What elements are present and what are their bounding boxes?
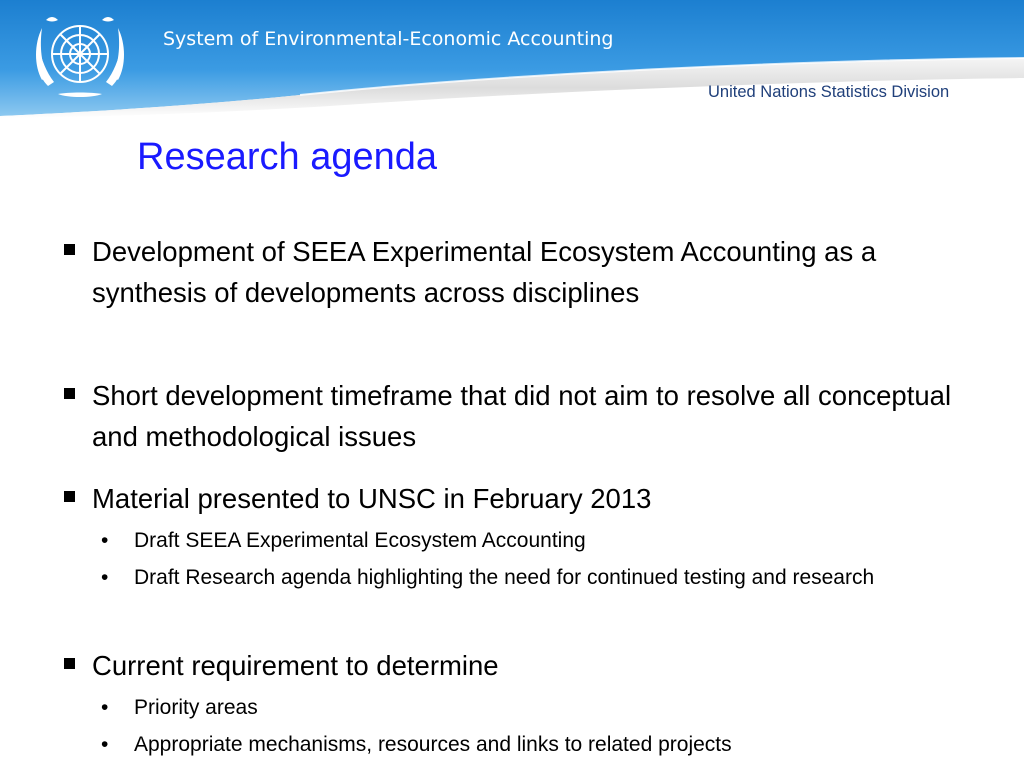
- dot-bullet-icon: •: [101, 566, 109, 589]
- sub-bullet-item: • Appropriate mechanisms, resources and …: [101, 730, 954, 759]
- sub-bullet-item: • Draft Research agenda highlighting the…: [101, 563, 954, 592]
- sub-bullet-text: Appropriate mechanisms, resources and li…: [134, 733, 732, 756]
- sub-bullet-text: Draft Research agenda highlighting the n…: [134, 566, 875, 589]
- square-bullet-icon: [64, 388, 75, 399]
- bullet-item: Current requirement to determine: [64, 645, 972, 686]
- dot-bullet-icon: •: [101, 696, 109, 719]
- square-bullet-icon: [64, 658, 75, 669]
- dot-bullet-icon: •: [101, 529, 109, 552]
- slide: System of Environmental-Economic Account…: [0, 0, 1024, 768]
- square-bullet-icon: [64, 244, 75, 255]
- sub-bullet-item: • Draft SEEA Experimental Ecosystem Acco…: [101, 526, 954, 555]
- bullet-text: Short development timeframe that did not…: [92, 380, 952, 452]
- bullet-item: Material presented to UNSC in February 2…: [64, 478, 972, 519]
- bullet-list: Development of SEEA Experimental Ecosyst…: [0, 0, 1024, 768]
- bullet-item: Development of SEEA Experimental Ecosyst…: [64, 231, 972, 313]
- sub-bullet-text: Priority areas: [134, 696, 258, 719]
- sub-bullet-text: Draft SEEA Experimental Ecosystem Accoun…: [134, 529, 586, 552]
- bullet-item: Short development timeframe that did not…: [64, 375, 972, 457]
- bullet-text: Material presented to UNSC in February 2…: [92, 483, 652, 514]
- sub-bullet-item: • Priority areas: [101, 693, 954, 722]
- dot-bullet-icon: •: [101, 733, 109, 756]
- bullet-text: Development of SEEA Experimental Ecosyst…: [92, 236, 877, 308]
- square-bullet-icon: [64, 491, 75, 502]
- bullet-text: Current requirement to determine: [92, 650, 499, 681]
